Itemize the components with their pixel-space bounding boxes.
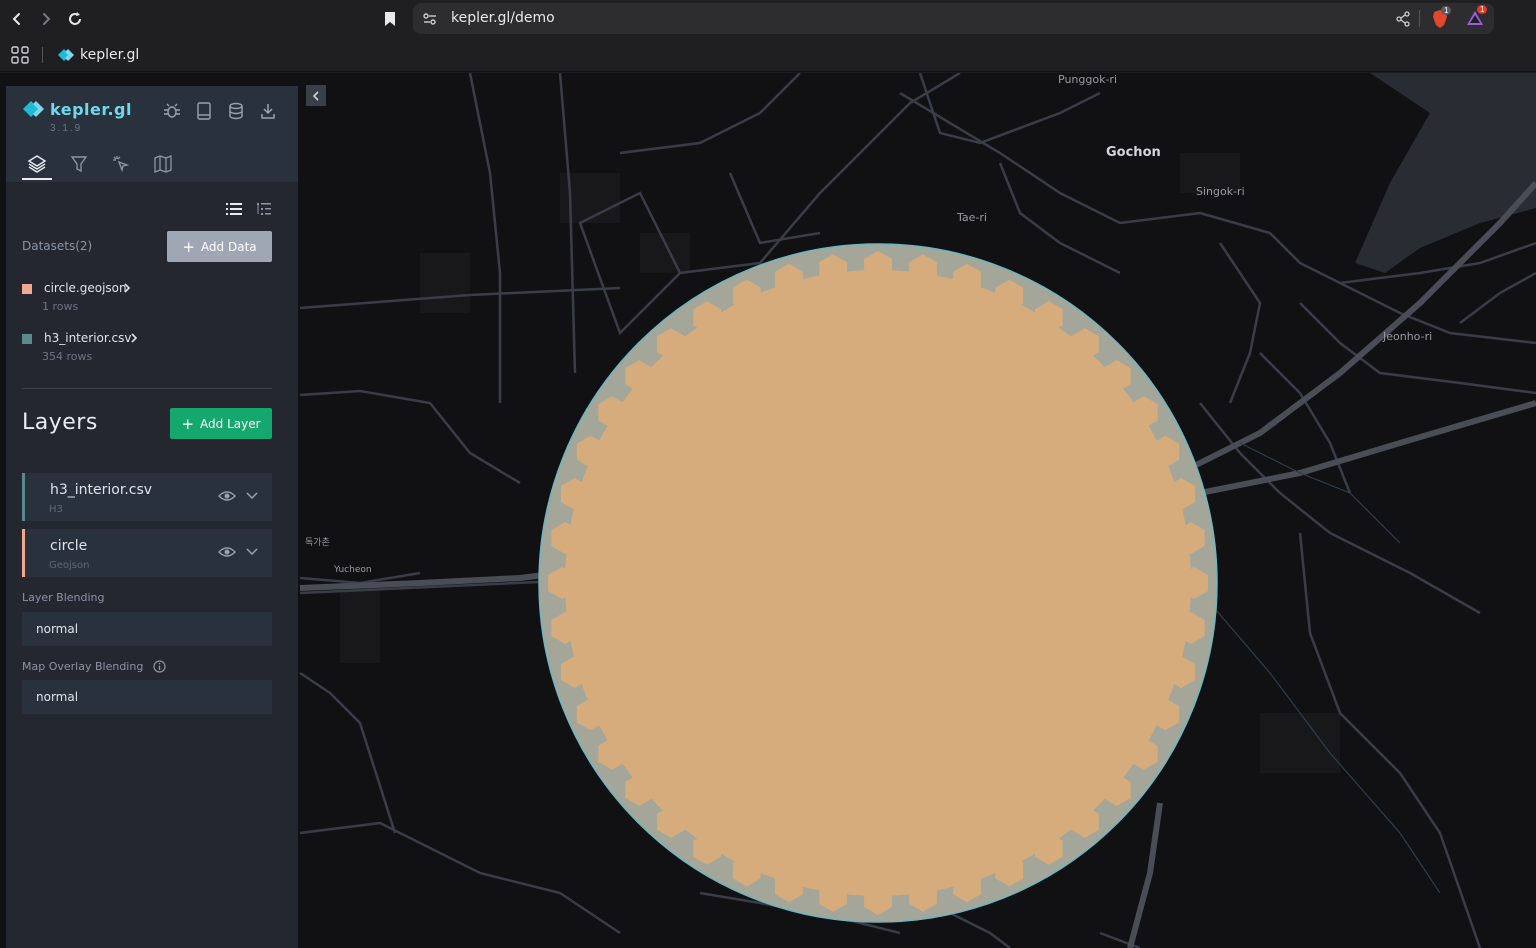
layer-panel-h3[interactable]: h3_interior.csv H3 xyxy=(22,473,272,521)
list-icon xyxy=(226,203,242,215)
map-label-dokgachon: 독가촌 xyxy=(305,538,330,548)
version-text: 3.1.9 xyxy=(50,123,83,134)
dataset-rows: 1 rows xyxy=(42,300,79,313)
plus-icon: + xyxy=(181,414,195,433)
chevron-right-icon[interactable] xyxy=(130,333,138,343)
sidebar-header: kepler.gl 3.1.9 xyxy=(6,86,298,182)
back-arrow-icon xyxy=(12,13,20,25)
kepler-logo-icon xyxy=(23,101,44,117)
site-settings-icon[interactable] xyxy=(422,11,438,27)
map-label-singok: Singok-ri xyxy=(1196,185,1245,198)
address-bar[interactable]: kepler.gl/demo 1 1 xyxy=(413,3,1494,34)
tab-layers[interactable] xyxy=(24,152,50,176)
map-overlay-blending-label: Map Overlay Blending xyxy=(22,660,144,673)
dataset-rows: 354 rows xyxy=(42,350,93,363)
filter-icon xyxy=(70,156,88,173)
layer-color-stripe xyxy=(22,473,25,521)
layer-color-stripe xyxy=(22,529,25,577)
list-view-button[interactable] xyxy=(224,200,244,218)
tree-list-icon xyxy=(257,203,271,215)
layer-type: H3 xyxy=(49,504,63,515)
brave-rewards-button[interactable]: 1 xyxy=(1465,5,1488,29)
bug-icon xyxy=(164,103,180,118)
map-label-yucheon: Yucheon xyxy=(334,565,372,575)
url-text[interactable]: kepler.gl/demo xyxy=(451,10,555,26)
tab-filters[interactable] xyxy=(66,152,92,176)
dataset-color-swatch xyxy=(22,284,32,294)
info-icon[interactable] xyxy=(153,660,166,673)
map-overlay-blending-select[interactable]: normal xyxy=(22,680,272,714)
browser-toolbar: kepler.gl/demo 1 1 xyxy=(0,0,1536,38)
map-label-gochon: Gochon xyxy=(1106,145,1161,160)
alert-badge: 1 xyxy=(1477,5,1488,14)
chevron-down-icon[interactable] xyxy=(244,545,260,559)
docs-button[interactable] xyxy=(194,101,214,121)
bookmark-keplergl[interactable]: kepler.gl xyxy=(58,45,139,65)
share-icon[interactable] xyxy=(1395,11,1411,27)
url-divider xyxy=(1419,10,1420,27)
kepler-sidebar: kepler.gl 3.1.9 Datasets(2) + Add Data c… xyxy=(6,86,298,948)
bookmarks-divider xyxy=(42,47,43,63)
map-icon xyxy=(154,155,172,173)
tab-basemap[interactable] xyxy=(150,152,176,176)
collapse-chevron-icon xyxy=(312,90,319,101)
layers-icon xyxy=(27,155,47,173)
add-layer-button[interactable]: + Add Layer xyxy=(170,408,272,439)
active-tab-indicator xyxy=(22,178,52,180)
database-icon xyxy=(229,102,243,120)
storage-button[interactable] xyxy=(226,101,246,121)
bookmark-button[interactable] xyxy=(379,8,401,30)
map-label-tae: Tae-ri xyxy=(957,211,987,224)
circle-layer xyxy=(538,243,1218,923)
layers-title: Layers xyxy=(22,410,98,435)
h3-interior-fill xyxy=(565,270,1191,896)
tab-interactions[interactable] xyxy=(108,152,134,176)
kepler-favicon-icon xyxy=(58,49,74,61)
map-label-punggok: Punggok-ri xyxy=(1058,73,1117,86)
chevron-right-icon[interactable] xyxy=(123,283,131,293)
apps-grid-icon[interactable] xyxy=(11,46,29,64)
cursor-click-icon xyxy=(113,156,130,173)
forward-button[interactable] xyxy=(35,8,57,30)
layer-blending-select[interactable]: normal xyxy=(22,612,272,646)
brave-badge: 1 xyxy=(1441,6,1452,15)
layer-blending-label: Layer Blending xyxy=(22,591,105,604)
add-data-button[interactable]: + Add Data xyxy=(167,231,272,262)
add-data-label: Add Data xyxy=(200,239,257,254)
rail-lines xyxy=(1209,442,1441,894)
chevron-down-icon[interactable] xyxy=(244,489,260,503)
bookmarks-bar: kepler.gl xyxy=(0,38,1536,72)
eye-icon[interactable] xyxy=(218,545,236,559)
map-label-jeonho: Jeonho-ri xyxy=(1383,330,1433,343)
dataset-name[interactable]: h3_interior.csv xyxy=(44,331,131,345)
reload-button[interactable] xyxy=(64,8,86,30)
dataset-color-swatch xyxy=(22,334,32,344)
layer-panel-circle[interactable]: circle Geojson xyxy=(22,529,272,577)
export-button[interactable] xyxy=(258,101,278,121)
layer-name[interactable]: circle xyxy=(50,538,87,554)
tree-view-button[interactable] xyxy=(254,200,274,218)
layer-name[interactable]: h3_interior.csv xyxy=(50,482,152,498)
logo-text: kepler.gl xyxy=(50,100,132,119)
river-water xyxy=(1355,73,1536,273)
add-layer-label: Add Layer xyxy=(200,416,261,431)
download-icon xyxy=(261,104,275,119)
layer-type: Geojson xyxy=(49,560,90,571)
datasets-label: Datasets(2) xyxy=(22,239,93,253)
bug-report-button[interactable] xyxy=(162,101,182,121)
bookmark-label[interactable]: kepler.gl xyxy=(80,47,139,63)
section-divider xyxy=(22,388,272,389)
bookmark-icon xyxy=(385,12,395,26)
eye-icon[interactable] xyxy=(218,489,236,503)
forward-arrow-icon xyxy=(43,13,51,25)
book-icon xyxy=(197,102,211,120)
plus-icon: + xyxy=(182,237,195,256)
dataset-name[interactable]: circle.geojson xyxy=(44,281,127,295)
reload-icon xyxy=(69,12,81,25)
back-button[interactable] xyxy=(6,8,28,30)
brave-shields-button[interactable]: 1 xyxy=(1431,6,1452,29)
sidebar-collapse-button[interactable] xyxy=(306,85,326,106)
